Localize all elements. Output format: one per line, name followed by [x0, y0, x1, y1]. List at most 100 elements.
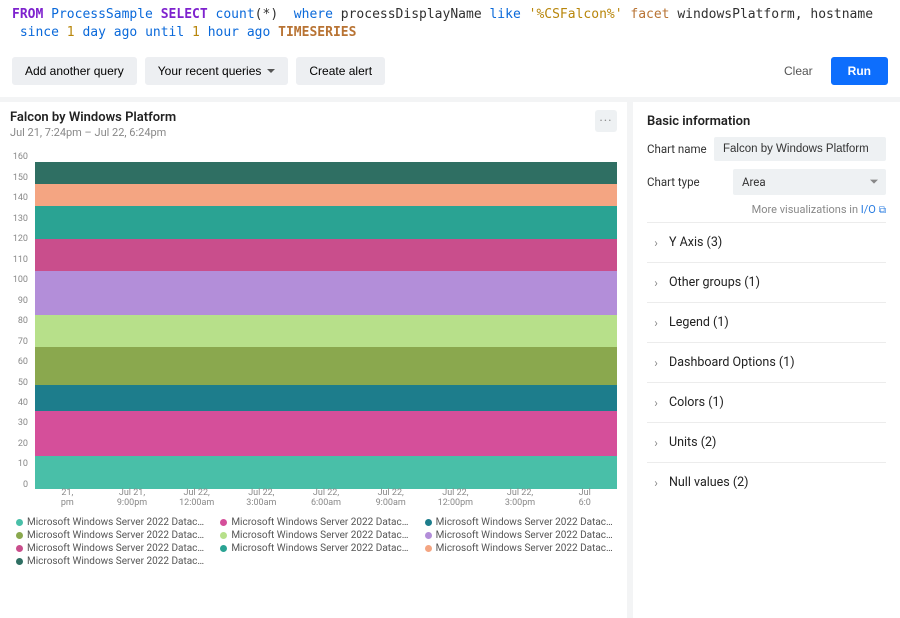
legend-label: Microsoft Windows Server 2022 Datacenter… — [231, 517, 412, 528]
chart-pane: Falcon by Windows Platform Jul 21, 7:24p… — [0, 102, 627, 618]
chart-band — [35, 206, 617, 239]
chart-title: Falcon by Windows Platform — [10, 110, 176, 125]
y-tick: 70 — [18, 337, 28, 347]
accordion-item[interactable]: › Legend (1) — [647, 302, 886, 342]
io-link[interactable]: I/O — [861, 203, 876, 216]
create-alert-button[interactable]: Create alert — [296, 57, 385, 85]
accordion-label: Null values (2) — [669, 475, 749, 490]
x-tick: Jul 22,12:00am — [164, 489, 229, 511]
y-tick: 140 — [13, 193, 28, 203]
chart-x-axis: 21,pmJul 21,9:00pmJul 22,12:00amJul 22,3… — [35, 489, 617, 511]
chevron-right-icon: › — [651, 396, 661, 410]
y-tick: 10 — [18, 459, 28, 469]
chevron-right-icon: › — [651, 476, 661, 490]
legend-item[interactable]: Microsoft Windows Server 2022 Datacenter… — [425, 517, 617, 528]
x-tick: Jul 22,9:00am — [358, 489, 423, 511]
sidebar: Basic information Chart name Chart type … — [627, 102, 900, 618]
chart-plot — [35, 147, 617, 489]
more-visualizations-note: More visualizations in I/O⧉ — [647, 203, 886, 216]
y-tick: 150 — [13, 173, 28, 183]
accordion: ›Y Axis (3)›Other groups (1)›Legend (1)›… — [647, 222, 886, 502]
external-link-icon: ⧉ — [879, 205, 886, 216]
chart-band — [35, 271, 617, 315]
x-tick: 21,pm — [35, 489, 100, 511]
chevron-right-icon: › — [651, 316, 661, 330]
y-tick: 60 — [18, 357, 28, 367]
clear-button[interactable]: Clear — [774, 58, 823, 84]
chart-area[interactable]: 1601501401301201101009080706050403020100… — [10, 143, 617, 511]
chart-band — [35, 456, 617, 489]
legend-label: Microsoft Windows Server 2022 Datacenter… — [231, 530, 412, 541]
y-tick: 50 — [18, 378, 28, 388]
y-tick: 130 — [13, 214, 28, 224]
recent-queries-dropdown[interactable]: Your recent queries — [145, 57, 289, 85]
chart-band — [35, 385, 617, 411]
accordion-item[interactable]: › Null values (2) — [647, 462, 886, 502]
add-another-query-button[interactable]: Add another query — [12, 57, 137, 85]
query-editor[interactable]: FROM ProcessSample SELECT count(*) where… — [0, 0, 900, 51]
legend-dot-icon — [16, 558, 23, 565]
y-tick: 40 — [18, 398, 28, 408]
legend-label: Microsoft Windows Server 2022 Datacenter… — [436, 530, 617, 541]
accordion-label: Other groups (1) — [669, 275, 760, 290]
legend-item[interactable]: Microsoft Windows Server 2022 Datacenter… — [220, 530, 412, 541]
accordion-item[interactable]: › Other groups (1) — [647, 262, 886, 302]
accordion-label: Dashboard Options (1) — [669, 355, 795, 370]
legend-dot-icon — [425, 545, 432, 552]
legend-dot-icon — [16, 545, 23, 552]
legend-label: Microsoft Windows Server 2022 Datacenter… — [436, 517, 617, 528]
chevron-right-icon: › — [651, 276, 661, 290]
accordion-label: Units (2) — [669, 435, 716, 450]
chart-band — [35, 239, 617, 272]
x-tick: Jul6:0 — [552, 489, 617, 511]
legend-item[interactable]: Microsoft Windows Server 2022 Datacenter… — [16, 530, 208, 541]
action-bar: Add another query Your recent queries Cr… — [0, 51, 900, 97]
accordion-label: Y Axis (3) — [669, 235, 722, 250]
legend-item[interactable]: Microsoft Windows Server 2022 Datacenter… — [220, 517, 412, 528]
legend-dot-icon — [220, 545, 227, 552]
legend-dot-icon — [16, 519, 23, 526]
legend-label: Microsoft Windows Server 2022 Datacenter… — [27, 517, 208, 528]
chart-band — [35, 347, 617, 384]
legend-item[interactable]: Microsoft Windows Server 2022 Datacenter… — [425, 543, 617, 554]
y-tick: 0 — [23, 480, 28, 490]
basic-information-heading: Basic information — [647, 114, 886, 129]
chart-menu-button[interactable]: ··· — [595, 110, 617, 132]
chart-legend: Microsoft Windows Server 2022 Datacenter… — [10, 511, 617, 567]
y-tick: 80 — [18, 316, 28, 326]
legend-item[interactable]: Microsoft Windows Server 2022 Datacenter… — [16, 543, 208, 554]
chart-name-input[interactable] — [714, 137, 886, 161]
y-tick: 20 — [18, 439, 28, 449]
accordion-label: Legend (1) — [669, 315, 729, 330]
legend-item[interactable]: Microsoft Windows Server 2022 Datacenter… — [16, 517, 208, 528]
accordion-item[interactable]: ›Y Axis (3) — [647, 222, 886, 262]
chevron-right-icon: › — [651, 436, 661, 450]
legend-item[interactable]: Microsoft Windows Server 2022 Datacenter… — [425, 530, 617, 541]
chart-band — [35, 162, 617, 184]
y-tick: 110 — [13, 255, 28, 265]
accordion-item[interactable]: › Colors (1) — [647, 382, 886, 422]
legend-dot-icon — [16, 532, 23, 539]
accordion-item[interactable]: › Units (2) — [647, 422, 886, 462]
chart-band — [35, 315, 617, 348]
chart-time-range: Jul 21, 7:24pm – Jul 22, 6:24pm — [10, 126, 176, 139]
y-tick: 100 — [13, 275, 28, 285]
legend-label: Microsoft Windows Server 2022 Datacenter… — [436, 543, 617, 554]
legend-item[interactable]: Microsoft Windows Server 2022 Datacenter… — [16, 556, 208, 567]
legend-item[interactable]: Microsoft Windows Server 2022 Datacenter… — [220, 543, 412, 554]
chevron-right-icon: › — [651, 356, 661, 370]
run-button[interactable]: Run — [831, 57, 888, 85]
legend-dot-icon — [425, 532, 432, 539]
x-tick: Jul 21,9:00pm — [100, 489, 165, 511]
x-tick: Jul 22,12:00pm — [423, 489, 488, 511]
chart-band — [35, 184, 617, 206]
accordion-label: Colors (1) — [669, 395, 724, 410]
legend-label: Microsoft Windows Server 2022 Datacenter… — [231, 543, 412, 554]
legend-label: Microsoft Windows Server 2022 Datacenter… — [27, 530, 208, 541]
legend-dot-icon — [220, 532, 227, 539]
accordion-item[interactable]: › Dashboard Options (1) — [647, 342, 886, 382]
legend-dot-icon — [220, 519, 227, 526]
chart-type-label: Chart type — [647, 175, 733, 189]
chart-type-select[interactable]: Area — [733, 169, 886, 195]
y-tick: 90 — [18, 296, 28, 306]
